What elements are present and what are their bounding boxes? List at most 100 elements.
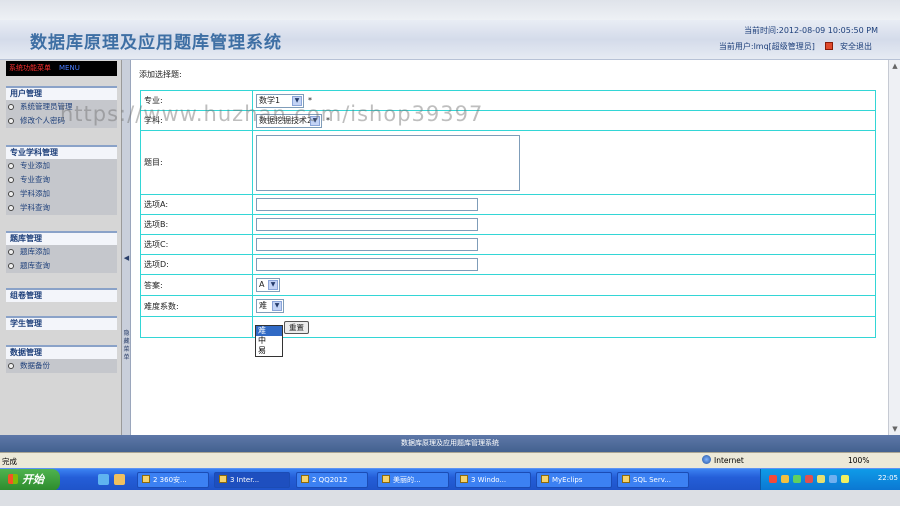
option-d-input[interactable] bbox=[256, 258, 478, 271]
taskbar-task-ie[interactable]: 3 Inter... bbox=[214, 472, 290, 488]
sidebar-item-label: 专业查询 bbox=[20, 175, 50, 184]
sidebar-item-label: 系统管理员管理 bbox=[20, 102, 73, 111]
window-top-strip bbox=[0, 0, 900, 20]
security-zone: Internet bbox=[702, 455, 744, 465]
user-info: 当前用户:lmq[超级管理员] 安全退出 bbox=[719, 41, 872, 52]
bullet-icon bbox=[8, 362, 14, 369]
taskbar: 开始 2 360安... 3 Inter... 2 QQ2012 美丽的... … bbox=[0, 468, 900, 491]
chevron-down-icon[interactable]: ▼ bbox=[292, 95, 302, 106]
zoom-level[interactable]: 100% bbox=[848, 456, 869, 465]
option-b-cell bbox=[252, 214, 876, 235]
scroll-down-icon[interactable]: ▼ bbox=[890, 424, 900, 434]
chevron-down-icon[interactable]: ▼ bbox=[272, 301, 282, 311]
row-question: 题目: bbox=[140, 130, 876, 195]
sidebar-item-label: 题库添加 bbox=[20, 247, 50, 256]
task-label: 2 360安... bbox=[153, 476, 187, 484]
sidebar-item-major-query[interactable]: 专业查询 bbox=[6, 173, 117, 187]
task-label: 美丽的... bbox=[393, 476, 421, 484]
dropdown-option-hard[interactable]: 难 bbox=[256, 326, 282, 336]
logout-link[interactable]: 安全退出 bbox=[840, 42, 872, 51]
page-title: 添加选择题: bbox=[139, 70, 182, 79]
tray-volume-icon[interactable] bbox=[817, 475, 825, 483]
sidebar-item-label: 题库查询 bbox=[20, 261, 50, 270]
app-icon bbox=[541, 475, 549, 483]
option-c-input[interactable] bbox=[256, 238, 478, 251]
group-title-student[interactable]: 学生管理 bbox=[6, 316, 117, 330]
row-buttons: 重置 bbox=[140, 316, 876, 338]
group-title-bank[interactable]: 题库管理 bbox=[6, 231, 117, 245]
sidebar-splitter[interactable]: ◀ 隐藏菜单 bbox=[122, 60, 131, 435]
tray-security-icon[interactable] bbox=[805, 475, 813, 483]
answer-select[interactable]: A ▼ bbox=[256, 278, 280, 292]
taskbar-task-myeclipse[interactable]: MyEclips bbox=[536, 472, 612, 488]
scroll-up-icon[interactable]: ▲ bbox=[890, 61, 900, 71]
tray-network-icon[interactable] bbox=[793, 475, 801, 483]
dropdown-option-medium[interactable]: 中 bbox=[256, 336, 282, 346]
sidebar-item-subject-query[interactable]: 学科查询 bbox=[6, 201, 117, 215]
option-b-input[interactable] bbox=[256, 218, 478, 231]
sidebar-item-major-add[interactable]: 专业添加 bbox=[6, 159, 117, 173]
tray-360-icon[interactable] bbox=[769, 475, 777, 483]
major-select-value: 数学1 bbox=[259, 95, 281, 105]
collapse-arrow-icon[interactable]: ◀ bbox=[123, 253, 130, 263]
taskbar-task-360[interactable]: 2 360安... bbox=[137, 472, 209, 488]
chevron-down-icon[interactable]: ▼ bbox=[310, 115, 320, 126]
row-difficulty: 难度系数: 难 ▼ bbox=[140, 295, 876, 317]
tray-qq-icon[interactable] bbox=[781, 475, 789, 483]
logout-icon[interactable] bbox=[825, 42, 834, 50]
app-icon bbox=[301, 475, 309, 483]
dropdown-option-easy[interactable]: 易 bbox=[256, 346, 282, 356]
sidebar-item-label: 专业添加 bbox=[20, 161, 50, 170]
difficulty-select[interactable]: 难 ▼ bbox=[256, 299, 284, 313]
main-content: 添加选择题: 专业: 数学1 ▼ * 学科: 数据挖掘技术2 ▼ * 题目: 选… bbox=[131, 60, 900, 435]
app-icon bbox=[382, 475, 390, 483]
group-title-data[interactable]: 数据管理 bbox=[6, 345, 117, 359]
question-textarea[interactable] bbox=[256, 134, 520, 191]
reset-button[interactable]: 重置 bbox=[284, 320, 309, 334]
zone-label: Internet bbox=[714, 456, 744, 465]
tray-update-icon[interactable] bbox=[841, 475, 849, 483]
sidebar-item-bank-query[interactable]: 题库查询 bbox=[6, 259, 117, 273]
group-title-major[interactable]: 专业学科管理 bbox=[6, 145, 117, 159]
tray-clock[interactable]: 22:05 bbox=[878, 474, 898, 482]
option-d-cell bbox=[252, 254, 876, 275]
vertical-scrollbar[interactable]: ▲ ▼ bbox=[888, 60, 900, 435]
option-a-input[interactable] bbox=[256, 198, 478, 211]
sidebar-item-label: 修改个人密码 bbox=[20, 116, 65, 125]
chevron-down-icon[interactable]: ▼ bbox=[268, 280, 278, 290]
splitter-label[interactable]: 隐藏菜单 bbox=[123, 330, 130, 362]
tray-input-icon[interactable] bbox=[829, 475, 837, 483]
folder-quicklaunch-icon[interactable] bbox=[114, 474, 125, 485]
sidebar-item-subject-add[interactable]: 学科添加 bbox=[6, 187, 117, 201]
menu-group-data: 数据管理 数据备份 bbox=[6, 345, 117, 373]
sidebar-item-admin[interactable]: 系统管理员管理 bbox=[6, 100, 117, 114]
app-icon bbox=[142, 475, 150, 483]
start-button[interactable]: 开始 bbox=[0, 469, 60, 491]
taskbar-task-qq[interactable]: 2 QQ2012 bbox=[296, 472, 368, 488]
option-a-cell bbox=[252, 194, 876, 215]
windows-logo-icon bbox=[8, 474, 18, 484]
required-mark: * bbox=[308, 96, 312, 105]
sidebar-item-bank-add[interactable]: 题库添加 bbox=[6, 245, 117, 259]
ie-quicklaunch-icon[interactable] bbox=[98, 474, 109, 485]
taskbar-task-windows[interactable]: 3 Windo... bbox=[455, 472, 531, 488]
current-user: 当前用户:lmq[超级管理员] bbox=[718, 42, 815, 51]
group-title-user[interactable]: 用户管理 bbox=[6, 86, 117, 100]
system-menu-extra: MENU bbox=[59, 64, 80, 72]
system-menu-label: 系统功能菜单 bbox=[9, 64, 51, 72]
system-menu-banner: 系统功能菜单 MENU bbox=[6, 61, 117, 76]
taskbar-task-music[interactable]: 美丽的... bbox=[377, 472, 449, 488]
difficulty-cell: 难 ▼ bbox=[252, 295, 876, 317]
question-form: 专业: 数学1 ▼ * 学科: 数据挖掘技术2 ▼ * 题目: 选项A: 选项B… bbox=[140, 90, 876, 338]
subject-select[interactable]: 数据挖掘技术2 ▼ bbox=[256, 113, 322, 128]
major-select[interactable]: 数学1 ▼ bbox=[256, 93, 304, 108]
question-cell bbox=[252, 130, 876, 195]
taskbar-task-sqlserver[interactable]: SQL Serv... bbox=[617, 472, 689, 488]
sidebar-item-password[interactable]: 修改个人密码 bbox=[6, 114, 117, 128]
question-label: 题目: bbox=[140, 130, 253, 195]
difficulty-dropdown-list[interactable]: 难 中 易 bbox=[255, 325, 283, 357]
group-title-paper[interactable]: 组卷管理 bbox=[6, 288, 117, 302]
sidebar-item-backup[interactable]: 数据备份 bbox=[6, 359, 117, 373]
option-a-label: 选项A: bbox=[140, 194, 253, 215]
bullet-icon bbox=[8, 248, 14, 255]
